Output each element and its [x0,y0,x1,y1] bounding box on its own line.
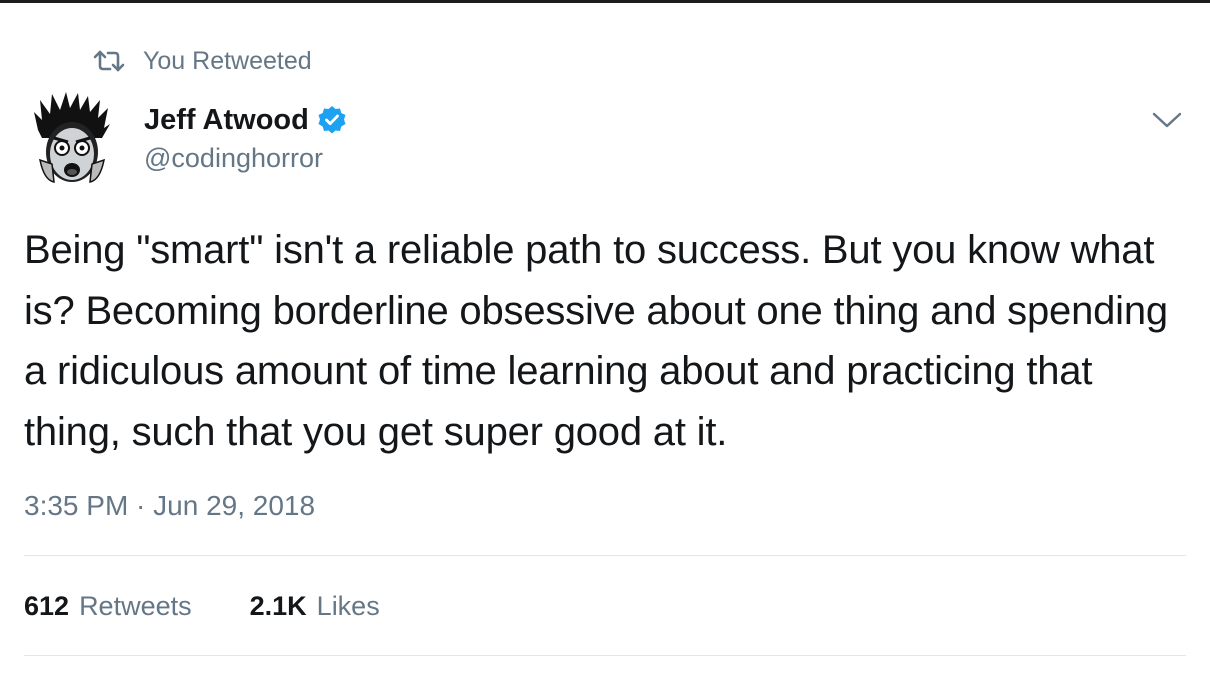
handle[interactable]: @codinghorror [144,140,347,176]
retweets-stat[interactable]: 612 Retweets [24,591,192,622]
retweets-count: 612 [24,590,70,621]
tweet-text: Being "smart" isn't a reliable path to s… [24,228,1168,454]
divider [24,555,1186,556]
verified-badge-icon [318,106,346,134]
display-name[interactable]: Jeff Atwood [144,104,309,137]
likes-label: Likes [316,590,380,621]
top-border [0,0,1210,3]
tweet-timestamp[interactable]: 3:35 PM · Jun 29, 2018 [24,486,315,526]
retweet-context: You Retweeted [92,44,312,78]
retweet-icon [93,50,125,72]
retweets-label: Retweets [79,590,192,621]
tweet-stats: 612 Retweets 2.1K Likes [24,586,438,626]
name-row: Jeff Atwood [144,100,347,140]
likes-count: 2.1K [249,590,307,621]
divider [24,655,1186,656]
author-block[interactable]: Jeff Atwood @codinghorror [144,100,347,176]
retweet-context-text: You Retweeted [143,46,312,75]
likes-stat[interactable]: 2.1K Likes [250,591,380,622]
avatar[interactable] [30,90,114,186]
chevron-down-icon[interactable] [1150,108,1184,132]
